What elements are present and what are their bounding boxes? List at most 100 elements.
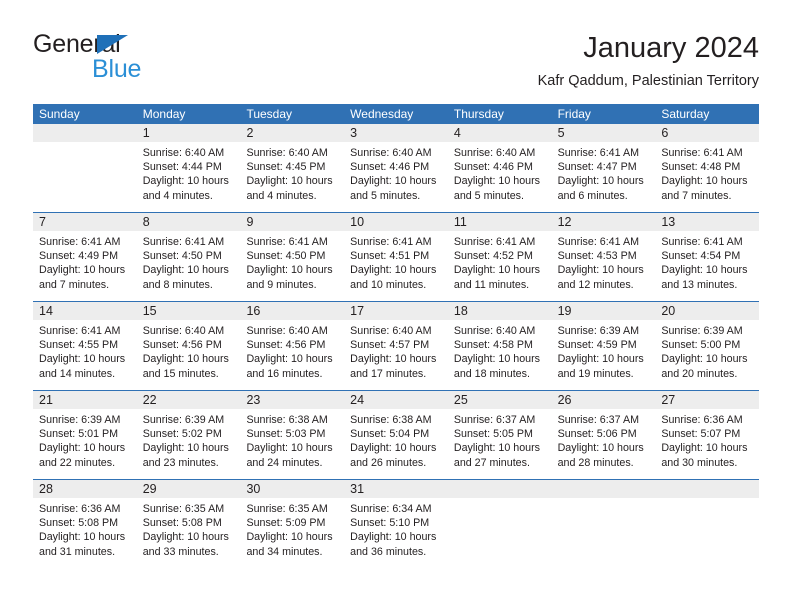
day-number[interactable]: 14 (33, 302, 137, 320)
day-cell[interactable]: Sunrise: 6:41 AM Sunset: 4:54 PM Daylight:… (655, 231, 759, 301)
daylight-text-line1: Daylight: 10 hours (557, 442, 644, 455)
sunrise-text: Sunrise: 6:41 AM (557, 236, 639, 248)
sunrise-text: Sunrise: 6:40 AM (246, 147, 328, 159)
week-detail-strip: Sunrise: 6:40 AM Sunset: 4:44 PM Daylight:… (33, 142, 759, 212)
day-cell[interactable]: Sunrise: 6:39 AM Sunset: 5:00 PM Daylight:… (655, 320, 759, 390)
sunrise-text: Sunrise: 6:39 AM (39, 414, 121, 426)
daylight-text-line1: Daylight: 10 hours (557, 353, 644, 366)
day-number[interactable]: 4 (448, 124, 552, 142)
day-number[interactable]: 17 (344, 302, 448, 320)
day-number[interactable]: 26 (552, 391, 656, 409)
day-cell[interactable]: Sunrise: 6:40 AM Sunset: 4:56 PM Daylight:… (240, 320, 344, 390)
day-number[interactable]: 6 (655, 124, 759, 142)
day-cell[interactable]: Sunrise: 6:41 AM Sunset: 4:50 PM Daylight:… (240, 231, 344, 301)
day-number[interactable]: 28 (33, 480, 137, 498)
brand-logo[interactable]: General Blue (33, 30, 253, 92)
page-subtitle: Kafr Qaddum, Palestinian Territory (537, 73, 759, 89)
day-cell[interactable]: Sunrise: 6:38 AM Sunset: 5:03 PM Daylight:… (240, 409, 344, 479)
day-number[interactable]: 20 (655, 302, 759, 320)
day-number[interactable]: 21 (33, 391, 137, 409)
day-number[interactable]: 9 (240, 213, 344, 231)
day-number[interactable]: 13 (655, 213, 759, 231)
day-cell[interactable]: Sunrise: 6:40 AM Sunset: 4:44 PM Daylight:… (137, 142, 241, 212)
day-number[interactable]: 1 (137, 124, 241, 142)
day-cell[interactable]: Sunrise: 6:34 AM Sunset: 5:10 PM Daylight:… (344, 498, 448, 568)
sunrise-text: Sunrise: 6:37 AM (557, 414, 639, 426)
day-number[interactable]: 12 (552, 213, 656, 231)
sunset-text: Sunset: 5:02 PM (142, 428, 222, 441)
day-cell[interactable]: Sunrise: 6:41 AM Sunset: 4:47 PM Daylight:… (552, 142, 656, 212)
daylight-text-line2: and 30 minutes. (661, 456, 738, 469)
day-number[interactable]: 15 (137, 302, 241, 320)
sunset-text: Sunset: 4:56 PM (246, 339, 326, 352)
day-number[interactable]: 31 (344, 480, 448, 498)
day-cell[interactable]: Sunrise: 6:36 AM Sunset: 5:07 PM Daylight:… (655, 409, 759, 479)
daylight-text-line2: and 28 minutes. (557, 456, 634, 469)
sunrise-text: Sunrise: 6:35 AM (246, 503, 328, 515)
day-cell[interactable]: Sunrise: 6:36 AM Sunset: 5:08 PM Daylight:… (33, 498, 137, 568)
sunrise-text: Sunrise: 6:41 AM (142, 236, 225, 248)
day-number[interactable]: 30 (240, 480, 344, 498)
day-cell[interactable]: Sunrise: 6:39 AM Sunset: 5:01 PM Daylight:… (33, 409, 137, 479)
sunrise-text: Sunrise: 6:41 AM (661, 236, 743, 248)
daylight-text-line1: Daylight: 10 hours (453, 175, 541, 188)
daylight-text-line1: Daylight: 10 hours (39, 442, 126, 455)
day-number[interactable]: 7 (33, 213, 137, 231)
day-cell[interactable]: Sunrise: 6:41 AM Sunset: 4:50 PM Daylight:… (137, 231, 241, 301)
daylight-text-line1: Daylight: 10 hours (453, 353, 541, 366)
day-number[interactable]: 18 (448, 302, 552, 320)
day-cell[interactable]: Sunrise: 6:38 AM Sunset: 5:04 PM Daylight:… (344, 409, 448, 479)
day-number[interactable]: 27 (655, 391, 759, 409)
daylight-text-line1: Daylight: 10 hours (350, 531, 437, 544)
weekday-header-thursday: Thursday (453, 107, 504, 121)
week-date-number-strip: 7 8 9 10 11 12 13 (33, 213, 759, 231)
daylight-text-line1: Daylight: 10 hours (350, 264, 437, 277)
sunset-text: Sunset: 4:56 PM (142, 339, 222, 352)
day-number[interactable]: 11 (448, 213, 552, 231)
day-cell[interactable]: Sunrise: 6:37 AM Sunset: 5:06 PM Daylight:… (552, 409, 656, 479)
sunset-text: Sunset: 5:09 PM (246, 517, 326, 530)
day-number[interactable]: 5 (552, 124, 656, 142)
day-number[interactable]: 29 (137, 480, 241, 498)
sunrise-text: Sunrise: 6:41 AM (350, 236, 432, 248)
day-cell[interactable]: Sunrise: 6:41 AM Sunset: 4:53 PM Daylight:… (552, 231, 656, 301)
day-cell[interactable]: Sunrise: 6:37 AM Sunset: 5:05 PM Daylight:… (448, 409, 552, 479)
day-number[interactable]: 10 (344, 213, 448, 231)
day-number[interactable]: 23 (240, 391, 344, 409)
sunrise-text: Sunrise: 6:38 AM (246, 414, 328, 426)
day-cell[interactable]: Sunrise: 6:35 AM Sunset: 5:09 PM Daylight:… (240, 498, 344, 568)
sunrise-text: Sunrise: 6:40 AM (350, 147, 432, 159)
day-cell[interactable]: Sunrise: 6:39 AM Sunset: 5:02 PM Daylight:… (137, 409, 241, 479)
day-cell[interactable]: Sunrise: 6:40 AM Sunset: 4:45 PM Daylight:… (240, 142, 344, 212)
sunrise-text: Sunrise: 6:41 AM (557, 147, 639, 159)
day-number[interactable]: 25 (448, 391, 552, 409)
sunrise-text: Sunrise: 6:41 AM (39, 325, 121, 337)
day-cell[interactable]: Sunrise: 6:41 AM Sunset: 4:52 PM Daylight:… (448, 231, 552, 301)
day-cell[interactable]: Sunrise: 6:35 AM Sunset: 5:08 PM Daylight:… (137, 498, 241, 568)
day-cell[interactable]: Sunrise: 6:41 AM Sunset: 4:51 PM Daylight:… (344, 231, 448, 301)
day-cell[interactable]: Sunrise: 6:40 AM Sunset: 4:58 PM Daylight:… (448, 320, 552, 390)
day-cell[interactable]: Sunrise: 6:40 AM Sunset: 4:46 PM Daylight:… (448, 142, 552, 212)
day-cell[interactable]: Sunrise: 6:40 AM Sunset: 4:46 PM Daylight:… (344, 142, 448, 212)
day-number[interactable]: 2 (240, 124, 344, 142)
day-number[interactable]: 16 (240, 302, 344, 320)
weekday-header-monday: Monday (142, 107, 186, 121)
day-cell[interactable]: Sunrise: 6:40 AM Sunset: 4:56 PM Daylight:… (137, 320, 241, 390)
day-cell[interactable]: Sunrise: 6:41 AM Sunset: 4:48 PM Daylight:… (655, 142, 759, 212)
daylight-text-line1: Daylight: 10 hours (142, 442, 229, 455)
sunrise-text: Sunrise: 6:41 AM (661, 147, 743, 159)
day-number[interactable]: 3 (344, 124, 448, 142)
day-number[interactable]: 22 (137, 391, 241, 409)
daylight-text-line2: and 8 minutes. (142, 278, 213, 291)
day-number[interactable]: 24 (344, 391, 448, 409)
day-cell[interactable]: Sunrise: 6:41 AM Sunset: 4:49 PM Daylight:… (33, 231, 137, 301)
weekday-header-wednesday: Wednesday (350, 107, 414, 121)
day-cell[interactable]: Sunrise: 6:41 AM Sunset: 4:55 PM Daylight:… (33, 320, 137, 390)
day-cell[interactable]: Sunrise: 6:39 AM Sunset: 4:59 PM Daylight:… (552, 320, 656, 390)
daylight-text-line2: and 7 minutes. (39, 278, 110, 291)
sunrise-text: Sunrise: 6:35 AM (142, 503, 225, 515)
day-number[interactable]: 8 (137, 213, 241, 231)
day-cell[interactable]: Sunrise: 6:40 AM Sunset: 4:57 PM Daylight:… (344, 320, 448, 390)
day-number[interactable]: 19 (552, 302, 656, 320)
brand-name-blue: Blue (92, 55, 142, 83)
